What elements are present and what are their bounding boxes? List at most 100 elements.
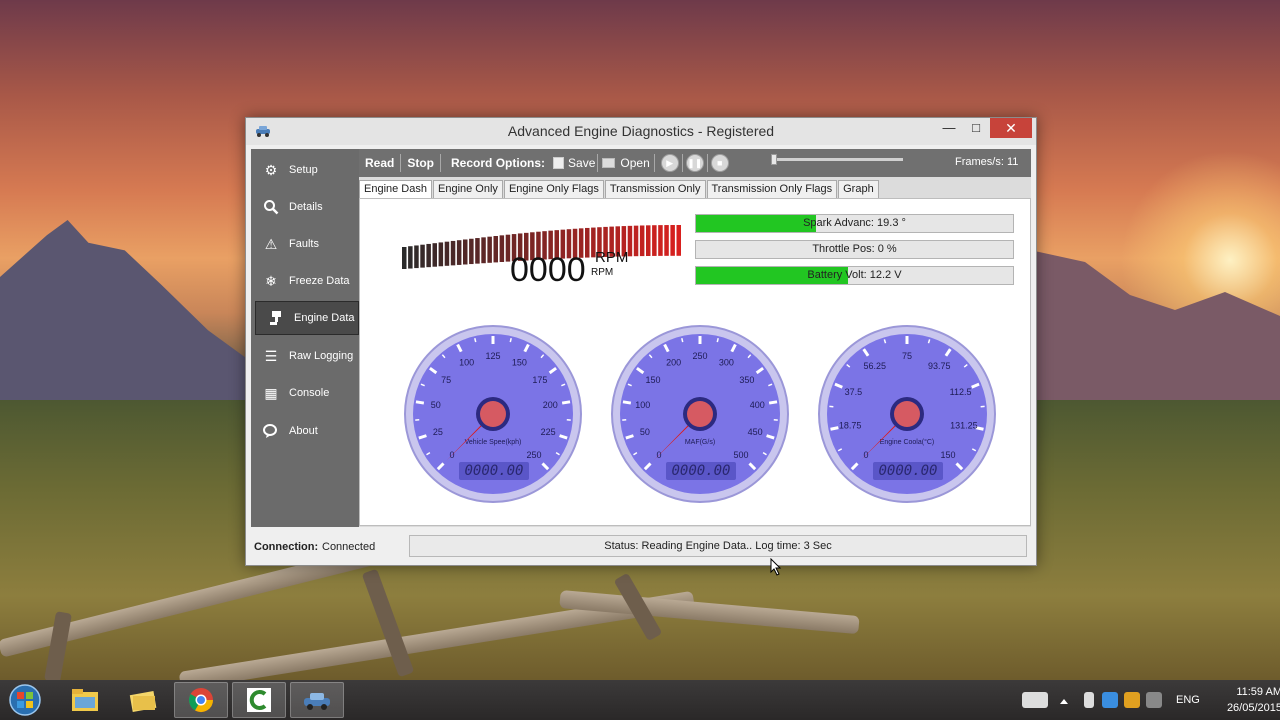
sidebar-item-label: Freeze Data [289, 275, 350, 287]
sidebar-item-setup[interactable]: ⚙ Setup [251, 153, 359, 187]
clock-date[interactable]: 26/05/2015 [1216, 702, 1280, 714]
tab-engine-only[interactable]: Engine Only [433, 180, 503, 198]
language-indicator[interactable]: ENG [1176, 694, 1200, 706]
title-bar[interactable]: Advanced Engine Diagnostics - Registered… [246, 118, 1036, 145]
rpm-segment [585, 227, 590, 258]
playback-slider-track[interactable] [773, 158, 903, 161]
connection-value: Connected [322, 541, 376, 553]
gauge-tick-label: 150 [940, 450, 955, 460]
record-options-label: Record Options: [441, 149, 551, 177]
sidebar-item-console[interactable]: ▦ Console [251, 376, 359, 410]
rpm-segment [676, 225, 681, 256]
rpm-segment [658, 225, 663, 256]
show-hidden-icons-icon[interactable] [1060, 696, 1068, 704]
toolbar: Read Stop Record Options: Save Open ▶ ❚❚… [359, 149, 1031, 177]
status-bar: Connection: Connected Status: Reading En… [251, 535, 1031, 561]
close-button[interactable]: ✕ [990, 118, 1032, 138]
taskbar-file-explorer[interactable] [58, 682, 112, 718]
taskbar-folder[interactable] [116, 682, 170, 718]
spark-advance-bar: Spark Advanc: 19.3 ° [695, 214, 1014, 233]
connection-label: Connection: [254, 541, 319, 553]
gauge-tick-label: 250 [692, 351, 707, 361]
piston-icon [266, 308, 286, 328]
toolbar-divider [706, 154, 708, 172]
chat-icon [261, 421, 281, 441]
clock-time[interactable]: 11:59 AM [1216, 686, 1280, 698]
battery-icon[interactable] [1084, 692, 1094, 708]
minimize-button[interactable]: — [936, 118, 962, 138]
gauge-tick-label: 225 [541, 427, 556, 437]
sidebar-item-details[interactable]: Details [251, 190, 359, 224]
save-button[interactable]: Save [551, 149, 597, 177]
snowflake-icon: ❄ [265, 272, 277, 289]
folder-icon [129, 691, 157, 712]
playback-slider-thumb[interactable] [771, 154, 777, 165]
gauge-hub [894, 401, 920, 427]
tab-graph[interactable]: Graph [838, 180, 879, 198]
toolbar-divider [681, 154, 683, 172]
taskbar-camtasia[interactable] [232, 682, 286, 718]
rpm-unit-small: RPM [591, 267, 614, 278]
record-options-text: Record Options: [451, 156, 546, 170]
gauge-tick-label: 25 [433, 427, 443, 437]
gauge-tick-label: 37.5 [845, 387, 863, 397]
floppy-icon [553, 157, 565, 169]
start-button-windows-icon[interactable] [4, 682, 46, 718]
wallpaper-mountain-left [0, 220, 260, 410]
sidebar-item-raw-logging[interactable]: ☰ Raw Logging [251, 339, 359, 373]
taskbar-engine-diagnostics[interactable] [290, 682, 344, 718]
chrome-notification-icon[interactable] [1124, 692, 1140, 708]
sidebar-item-engine-data[interactable]: Engine Data [255, 301, 359, 335]
tab-transmission-only[interactable]: Transmission Only [604, 180, 706, 198]
rpm-segment [487, 236, 492, 263]
maf-readout: 0000.00 [666, 462, 736, 480]
gauge-tick-label: 125 [485, 351, 500, 361]
open-button[interactable]: Open [598, 149, 653, 177]
rpm-segment [438, 242, 444, 267]
read-button[interactable]: Read [359, 149, 400, 177]
gauge-title: MAF(G/s) [685, 439, 715, 446]
throttle-position-label: Throttle Pos: 0 % [812, 243, 897, 255]
rpm-segment [469, 238, 474, 265]
mouse-cursor-icon [770, 558, 782, 576]
tab-transmission-only-flags[interactable]: Transmission Only Flags [706, 180, 838, 198]
gauge-minor-tick [509, 337, 512, 343]
stop-button[interactable]: Stop [401, 149, 440, 177]
tab-engine-dash[interactable]: Engine Dash [359, 180, 432, 199]
sidebar-item-about[interactable]: About [251, 414, 359, 448]
rpm-segment [481, 237, 486, 264]
rpm-segment [652, 225, 657, 256]
stop-playback-button[interactable]: ■ [710, 154, 729, 172]
sidebar-item-freeze-data[interactable]: ❄ Freeze Data [251, 264, 359, 298]
rpm-segment [408, 246, 413, 269]
keyboard-icon[interactable] [1022, 692, 1048, 708]
gauge-tick-label: 75 [902, 351, 912, 361]
pause-icon: ❚❚ [687, 157, 703, 168]
rpm-segment [463, 239, 468, 265]
rpm-segment [646, 225, 651, 257]
gauge-minor-tick [716, 337, 719, 343]
gauge-major-tick [561, 400, 571, 405]
gauge-tick-label: 175 [532, 375, 547, 385]
gauge-tick-label: 50 [640, 427, 650, 437]
sidebar-item-label: About [289, 425, 318, 437]
pause-button[interactable]: ❚❚ [685, 154, 704, 172]
lines-icon: ☰ [264, 347, 278, 364]
gears-icon: ⚙ [264, 161, 278, 178]
rpm-segment [627, 225, 633, 257]
battery-voltage-label: Battery Volt: 12.2 V [807, 269, 902, 281]
sidebar: ⚙ Setup Details ⚠ Faults ❄ Freeze Data E… [251, 149, 359, 527]
status-message: Status: Reading Engine Data.. Log time: … [409, 535, 1027, 557]
gauge-tick-label: 200 [543, 400, 558, 410]
gauge-tick-label: 56.25 [864, 361, 887, 371]
network-icon[interactable] [1146, 692, 1162, 708]
sidebar-item-faults[interactable]: ⚠ Faults [251, 227, 359, 261]
rpm-segment [414, 245, 419, 269]
taskbar-chrome[interactable] [174, 682, 228, 718]
play-button[interactable]: ▶ [660, 154, 679, 172]
tab-engine-only-flags[interactable]: Engine Only Flags [503, 180, 604, 198]
sidebar-item-label: Faults [289, 238, 319, 250]
gauge-tick-label: 250 [526, 450, 541, 460]
maximize-button[interactable]: □ [963, 118, 989, 138]
dropbox-icon[interactable] [1102, 692, 1118, 708]
